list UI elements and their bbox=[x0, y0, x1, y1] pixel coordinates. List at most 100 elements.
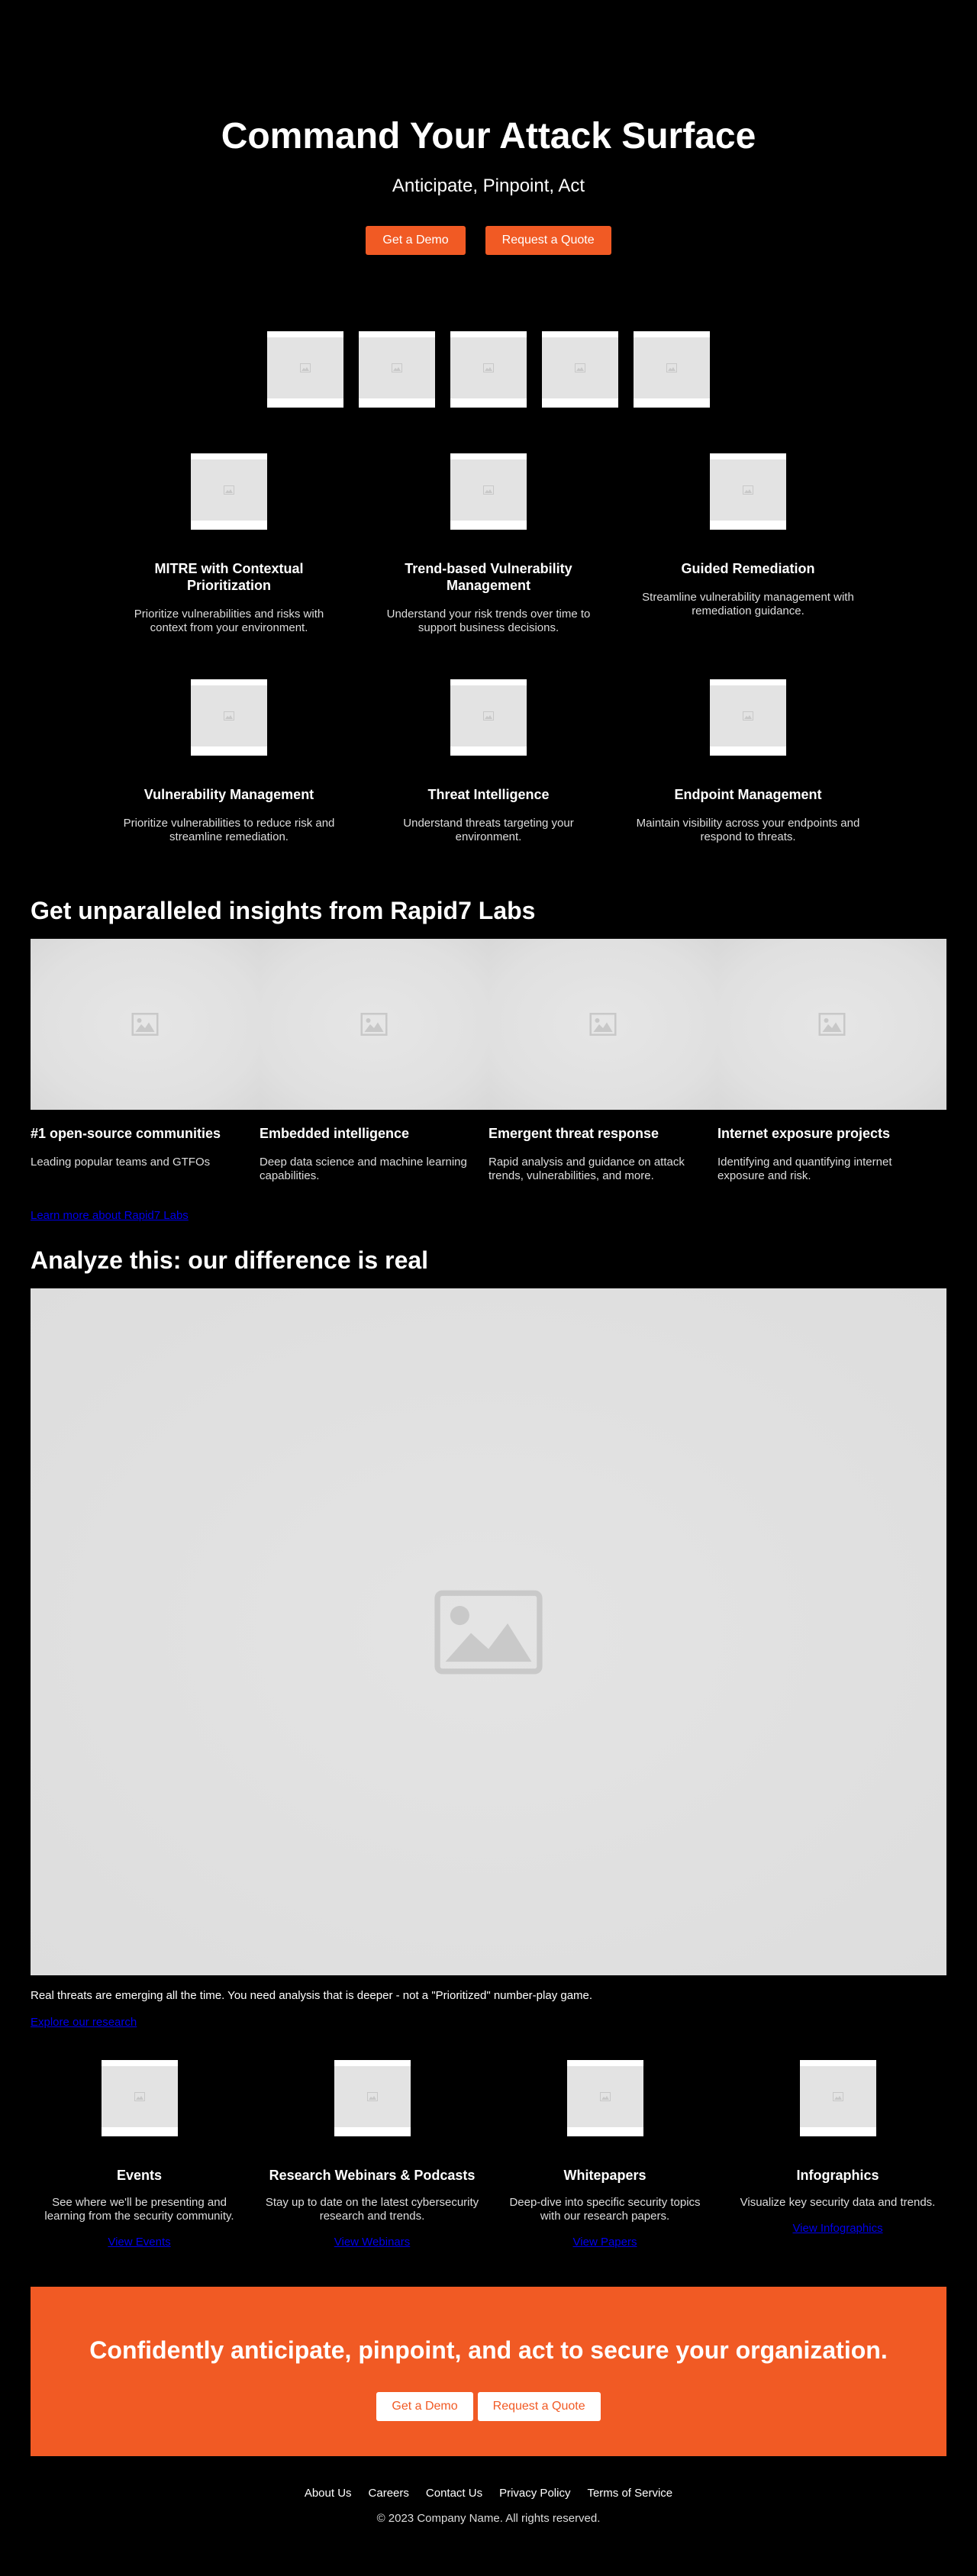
labs-image bbox=[31, 939, 260, 1110]
footer: About Us Careers Contact Us Privacy Poli… bbox=[0, 2456, 977, 2555]
resource-image bbox=[566, 2060, 643, 2136]
feature-card: Endpoint Management Maintain visibility … bbox=[618, 679, 878, 844]
cta-buttons: Get a Demo Request a Quote bbox=[31, 2392, 946, 2421]
image-placeholder-icon bbox=[599, 2092, 611, 2101]
get-demo-button[interactable]: Get a Demo bbox=[366, 226, 466, 255]
feature-card: Vulnerability Management Prioritize vuln… bbox=[99, 679, 359, 844]
copyright-text: © 2023 Company Name. All rights reserved… bbox=[376, 2512, 601, 2525]
labs-column: Embedded intelligence Deep data science … bbox=[260, 1125, 488, 1183]
view-papers-link[interactable]: View Papers bbox=[573, 2236, 637, 2249]
image-placeholder-icon bbox=[483, 485, 494, 495]
resource-image bbox=[334, 2060, 411, 2136]
image-placeholder-icon bbox=[743, 711, 753, 721]
labs-section: Get unparalleled insights from Rapid7 La… bbox=[31, 896, 946, 1223]
image-placeholder-icon bbox=[224, 711, 234, 721]
resource-text: See where we'll be presenting and learni… bbox=[44, 2196, 234, 2223]
logo-image bbox=[634, 331, 710, 408]
resource-card: Research Webinars & Podcasts Stay up to … bbox=[256, 2060, 488, 2249]
image-placeholder-icon bbox=[483, 363, 494, 372]
feature-card: Trend-based Vulnerability Management Und… bbox=[359, 453, 618, 635]
analyze-image bbox=[31, 1288, 946, 1975]
feature-image bbox=[450, 453, 527, 530]
footer-link-terms[interactable]: Terms of Service bbox=[587, 2487, 672, 2500]
labs-image bbox=[488, 939, 717, 1110]
labs-heading: Get unparalleled insights from Rapid7 La… bbox=[31, 897, 536, 924]
footer-link-careers[interactable]: Careers bbox=[369, 2487, 409, 2500]
feature-title: Trend-based Vulnerability Management bbox=[405, 561, 572, 593]
labs-column-title: Emergent threat response bbox=[488, 1126, 659, 1141]
resource-card: Infographics Visualize key security data… bbox=[721, 2060, 954, 2249]
resource-image bbox=[799, 2060, 876, 2136]
footer-link-contact[interactable]: Contact Us bbox=[426, 2487, 482, 2500]
image-placeholder-icon bbox=[134, 2092, 145, 2101]
feature-text: Prioritize vulnerabilities to reduce ris… bbox=[123, 817, 335, 843]
explore-research-link[interactable]: Explore our research bbox=[31, 2016, 137, 2029]
analyze-heading: Analyze this: our difference is real bbox=[31, 1246, 429, 1274]
hero-subtitle: Anticipate, Pinpoint, Act bbox=[392, 176, 585, 196]
logo-image bbox=[450, 331, 527, 408]
feature-text: Prioritize vulnerabilities and risks wit… bbox=[134, 608, 324, 634]
hero-buttons: Get a Demo Request a Quote bbox=[0, 226, 977, 255]
feature-card: Threat Intelligence Understand threats t… bbox=[359, 679, 618, 844]
image-placeholder-icon bbox=[300, 363, 311, 372]
labs-learn-more-link[interactable]: Learn more about Rapid7 Labs bbox=[31, 1209, 189, 1222]
feature-title: Guided Remediation bbox=[681, 561, 815, 576]
image-placeholder-icon bbox=[434, 1590, 543, 1674]
feature-card: Guided Remediation Streamline vulnerabil… bbox=[618, 453, 878, 635]
labs-column-title: Embedded intelligence bbox=[260, 1126, 410, 1141]
feature-card: MITRE with Contextual Prioritization Pri… bbox=[99, 453, 359, 635]
hero-title: Command Your Attack Surface bbox=[221, 116, 756, 156]
features-grid: MITRE with Contextual Prioritization Pri… bbox=[99, 453, 878, 844]
resource-title: Infographics bbox=[796, 2168, 879, 2183]
labs-column: Internet exposure projects Identifying a… bbox=[717, 1125, 946, 1183]
view-infographics-link[interactable]: View Infographics bbox=[792, 2222, 882, 2235]
cta-banner: Confidently anticipate, pinpoint, and ac… bbox=[31, 2287, 946, 2456]
resource-text: Visualize key security data and trends. bbox=[740, 2196, 936, 2209]
image-placeholder-icon bbox=[818, 1013, 846, 1036]
feature-title: MITRE with Contextual Prioritization bbox=[154, 561, 304, 593]
resource-card: Whitepapers Deep-dive into specific secu… bbox=[488, 2060, 721, 2249]
image-placeholder-icon bbox=[832, 2092, 843, 2101]
feature-text: Understand threats targeting your enviro… bbox=[403, 817, 574, 843]
resource-title: Whitepapers bbox=[563, 2168, 646, 2183]
labs-image bbox=[717, 939, 946, 1110]
image-placeholder-icon bbox=[589, 1013, 617, 1036]
footer-links: About Us Careers Contact Us Privacy Poli… bbox=[0, 2487, 977, 2500]
labs-column-title: Internet exposure projects bbox=[717, 1126, 891, 1141]
labs-image bbox=[260, 939, 488, 1110]
resource-title: Research Webinars & Podcasts bbox=[269, 2168, 476, 2183]
feature-text: Maintain visibility across your endpoint… bbox=[636, 817, 860, 843]
view-webinars-link[interactable]: View Webinars bbox=[334, 2236, 411, 2249]
feature-image bbox=[191, 679, 267, 756]
labs-column-title: #1 open-source communities bbox=[31, 1126, 221, 1141]
labs-column: #1 open-source communities Leading popul… bbox=[31, 1125, 260, 1183]
resource-text: Deep-dive into specific security topics … bbox=[509, 2196, 701, 2223]
image-placeholder-icon bbox=[483, 711, 494, 721]
hero-section: Command Your Attack Surface Anticipate, … bbox=[0, 0, 977, 408]
image-placeholder-icon bbox=[224, 485, 234, 495]
resource-image bbox=[101, 2060, 178, 2136]
footer-link-privacy[interactable]: Privacy Policy bbox=[499, 2487, 570, 2500]
feature-text: Understand your risk trends over time to… bbox=[386, 608, 591, 634]
image-placeholder-icon bbox=[666, 363, 677, 372]
resource-text: Stay up to date on the latest cybersecur… bbox=[265, 2196, 479, 2223]
image-placeholder-icon bbox=[131, 1013, 159, 1036]
resources-grid: Events See where we'll be presenting and… bbox=[23, 2060, 954, 2249]
footer-link-about[interactable]: About Us bbox=[305, 2487, 352, 2500]
view-events-link[interactable]: View Events bbox=[108, 2236, 170, 2249]
logo-image bbox=[542, 331, 618, 408]
image-placeholder-icon bbox=[575, 363, 585, 372]
feature-title: Endpoint Management bbox=[674, 787, 822, 802]
feature-image bbox=[710, 453, 786, 530]
feature-title: Vulnerability Management bbox=[143, 787, 314, 802]
analyze-text: Real threats are emerging all the time. … bbox=[31, 1989, 593, 2002]
feature-text: Streamline vulnerability management with… bbox=[642, 591, 854, 617]
cta-request-quote-button[interactable]: Request a Quote bbox=[477, 2392, 601, 2421]
labs-column-text: Identifying and quantifying internet exp… bbox=[717, 1156, 892, 1182]
image-placeholder-icon bbox=[743, 485, 753, 495]
logo-image bbox=[359, 331, 435, 408]
labs-column-text: Rapid analysis and guidance on attack tr… bbox=[488, 1156, 685, 1182]
cta-get-demo-button[interactable]: Get a Demo bbox=[376, 2392, 473, 2421]
request-quote-button[interactable]: Request a Quote bbox=[485, 226, 611, 255]
labs-column-text: Leading popular teams and GTFOs bbox=[31, 1156, 211, 1169]
